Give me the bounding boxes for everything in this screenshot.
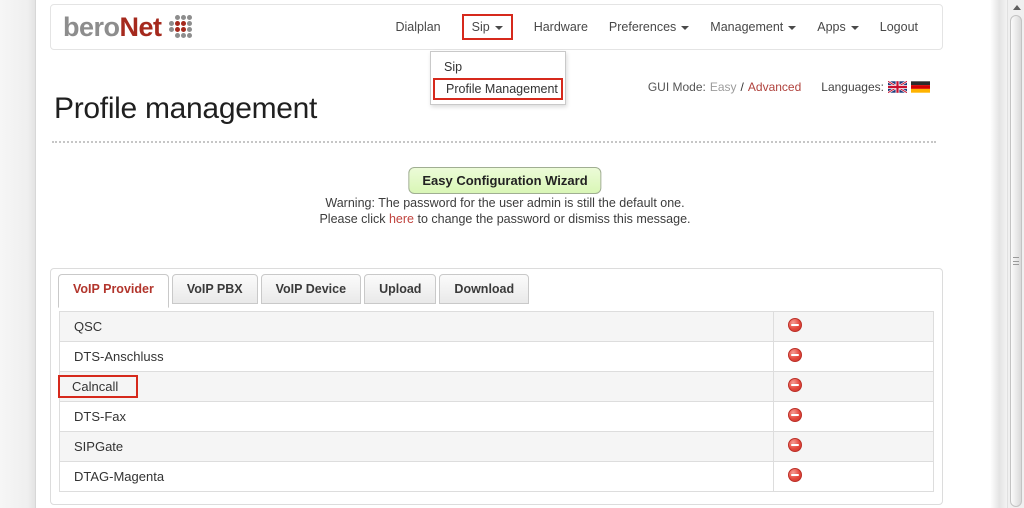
warning-line1: Warning: The password for the user admin… bbox=[325, 196, 685, 210]
tab-upload[interactable]: Upload bbox=[364, 274, 437, 304]
scroll-up-button[interactable] bbox=[1008, 0, 1024, 14]
profile-row[interactable]: QSC bbox=[59, 311, 934, 342]
gui-mode-label: GUI Mode: bbox=[647, 80, 706, 94]
gui-mode-language-bar: GUI Mode: Easy / Advanced Languages: bbox=[600, 80, 930, 94]
profile-name: SIPGate bbox=[74, 439, 124, 454]
scrollbar-grip-icon bbox=[1013, 257, 1019, 265]
profiles-table-container: QSC DTS-Anschluss Calncall DTS-Fax SIPGa… bbox=[58, 311, 934, 492]
delete-profile-button[interactable] bbox=[788, 348, 802, 362]
nav-item-logout[interactable]: Logout bbox=[880, 20, 918, 34]
profile-tabs: VoIP Provider VoIP PBX VoIP Device Uploa… bbox=[51, 269, 942, 308]
chevron-down-icon bbox=[494, 26, 503, 30]
profile-panel: VoIP Provider VoIP PBX VoIP Device Uploa… bbox=[50, 268, 943, 505]
sip-dropdown-menu: Sip Profile Management bbox=[430, 51, 566, 105]
nav-item-label: Dialplan bbox=[395, 20, 441, 34]
nav-item-dialplan[interactable]: Dialplan bbox=[395, 20, 440, 34]
nav-item-label: Preferences bbox=[608, 20, 677, 34]
calncall-highlight-box: Calncall bbox=[58, 375, 139, 398]
minus-circle-icon bbox=[788, 348, 802, 362]
easy-configuration-wizard-button[interactable]: Easy Configuration Wizard bbox=[408, 167, 602, 194]
uk-flag-icon[interactable] bbox=[887, 80, 908, 94]
nav-item-label: Apps bbox=[817, 20, 846, 34]
dropdown-item-profile-management[interactable]: Profile Management bbox=[433, 78, 563, 100]
nav-item-apps[interactable]: Apps bbox=[817, 20, 859, 34]
nav-item-management[interactable]: Management bbox=[710, 20, 797, 34]
nav-item-label: Sip bbox=[471, 20, 490, 34]
delete-profile-button[interactable] bbox=[788, 468, 802, 482]
tab-voip-device[interactable]: VoIP Device bbox=[260, 274, 362, 304]
profile-name: QSC bbox=[74, 319, 103, 334]
gui-mode-separator: / bbox=[740, 80, 744, 94]
brand-text-bero: bero bbox=[63, 11, 120, 42]
nav-item-sip[interactable]: Sip bbox=[461, 14, 513, 40]
profile-name: Calncall bbox=[72, 379, 119, 394]
tab-download[interactable]: Download bbox=[439, 274, 530, 304]
nav-item-label: Logout bbox=[879, 20, 918, 34]
scrollbar-thumb[interactable] bbox=[1010, 15, 1022, 507]
password-warning: Warning: The password for the user admin… bbox=[0, 195, 1010, 227]
delete-profile-button[interactable] bbox=[788, 318, 802, 332]
brand-wordmark: beroNet bbox=[63, 11, 163, 42]
brand-dot-matrix-icon bbox=[168, 15, 193, 39]
delete-profile-button[interactable] bbox=[788, 378, 802, 392]
profile-name: DTS-Anschluss bbox=[74, 349, 164, 364]
chevron-down-icon bbox=[850, 26, 859, 30]
page-title: Profile management bbox=[54, 92, 318, 125]
scroll-up-arrow-icon bbox=[1012, 4, 1021, 10]
warning-line2-text: Please click bbox=[319, 212, 386, 226]
browser-scrollbar[interactable] bbox=[1007, 0, 1024, 508]
password-change-link[interactable]: here bbox=[389, 212, 414, 226]
profile-row[interactable]: DTS-Anschluss bbox=[59, 341, 934, 372]
page-left-gutter bbox=[0, 0, 36, 508]
minus-circle-icon bbox=[788, 468, 802, 482]
nav-item-label: Management bbox=[710, 20, 784, 34]
german-flag-icon[interactable] bbox=[911, 81, 930, 93]
profile-row[interactable]: DTAG-Magenta bbox=[59, 461, 934, 492]
chevron-down-icon bbox=[681, 26, 690, 30]
minus-circle-icon bbox=[788, 378, 802, 392]
profile-row[interactable]: Calncall bbox=[58, 371, 934, 402]
profile-row[interactable]: DTS-Fax bbox=[59, 401, 934, 432]
nav-item-label: Hardware bbox=[533, 20, 588, 34]
gui-mode-advanced-link[interactable]: Advanced bbox=[748, 80, 801, 94]
top-navbar: beroNet Dialplan Sip Hardware Preference… bbox=[50, 4, 943, 50]
delete-profile-button[interactable] bbox=[788, 408, 802, 422]
tab-voip-pbx[interactable]: VoIP PBX bbox=[171, 274, 258, 304]
dotted-divider bbox=[52, 141, 936, 143]
beronet-logo[interactable]: beroNet bbox=[63, 11, 193, 42]
languages-label: Languages: bbox=[821, 80, 884, 94]
profiles-table: QSC DTS-Anschluss Calncall DTS-Fax SIPGa… bbox=[58, 311, 934, 492]
warning-line2-text: to change the password or dismiss this m… bbox=[417, 212, 691, 226]
tab-voip-provider[interactable]: VoIP Provider bbox=[58, 274, 169, 308]
nav-item-preferences[interactable]: Preferences bbox=[608, 20, 690, 34]
dropdown-item-sip[interactable]: Sip bbox=[431, 56, 565, 78]
gui-mode-easy-link[interactable]: Easy bbox=[710, 80, 737, 94]
minus-circle-icon bbox=[788, 408, 802, 422]
minus-circle-icon bbox=[788, 438, 802, 452]
nav-item-hardware[interactable]: Hardware bbox=[534, 20, 588, 34]
page-right-gutter bbox=[990, 0, 1007, 508]
warning-line2: Please click here to change the password… bbox=[0, 211, 1010, 227]
profile-name: DTS-Fax bbox=[74, 409, 126, 424]
nav-menu: Dialplan Sip Hardware Preferences Manage… bbox=[395, 14, 918, 40]
profile-name: DTAG-Magenta bbox=[74, 469, 165, 484]
brand-text-net: Net bbox=[119, 11, 163, 42]
delete-profile-button[interactable] bbox=[788, 438, 802, 452]
minus-circle-icon bbox=[788, 318, 802, 332]
chevron-down-icon bbox=[788, 26, 797, 30]
profile-row[interactable]: SIPGate bbox=[59, 431, 934, 462]
page: { "brand": { "bero": "bero", "net": "Net… bbox=[0, 0, 1024, 508]
